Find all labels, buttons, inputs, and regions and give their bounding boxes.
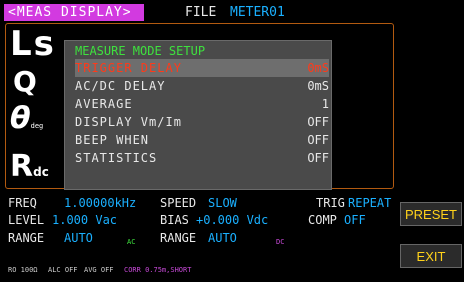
theta-symbol: θ <box>10 101 31 136</box>
param-theta[interactable]: θdeg <box>10 102 43 136</box>
rdc-sub: dc <box>33 165 49 179</box>
comp-label: COMP <box>308 213 337 227</box>
setup-row-value[interactable]: OFF <box>307 131 329 149</box>
setup-row[interactable]: STATISTICS OFF <box>75 149 329 167</box>
mode-tag: <MEAS DISPLAY> <box>4 4 144 21</box>
param-ls[interactable]: Ls <box>10 25 56 63</box>
setup-row-value[interactable]: OFF <box>307 113 329 131</box>
range-label: RANGE <box>8 231 45 245</box>
range-dc-tag: DC <box>276 238 285 246</box>
setup-row-label: STATISTICS <box>75 151 158 165</box>
setup-row[interactable]: AVERAGE 1 <box>75 95 329 113</box>
level-value[interactable]: 1.000 Vac <box>52 213 117 227</box>
setup-row-label: BEEP WHEN <box>75 133 150 147</box>
comp-value[interactable]: OFF <box>344 213 366 227</box>
rdc-symbol: R <box>10 149 34 184</box>
bias-label: BIAS <box>160 213 189 227</box>
setup-row[interactable]: AC/DC DELAY 0mS <box>75 77 329 95</box>
setup-row-label: DISPLAY Vm/Im <box>75 115 182 129</box>
range2-value[interactable]: AUTO <box>208 231 237 245</box>
file-name[interactable]: METER01 <box>230 4 285 21</box>
trig-label: TRIG <box>316 196 345 210</box>
setup-row-value[interactable]: 0mS <box>307 77 329 95</box>
range-ac-tag: AC <box>127 238 136 246</box>
setup-row-value[interactable]: OFF <box>307 149 329 167</box>
setup-row-label: AC/DC DELAY <box>75 79 166 93</box>
file-label: FILE <box>185 5 217 20</box>
range2-label: RANGE <box>160 231 197 245</box>
dialog-title: MEASURE MODE SETUP <box>75 44 206 58</box>
setup-row-value[interactable]: 1 <box>322 95 329 113</box>
freq-label: FREQ <box>8 196 37 210</box>
status-avg: AVG OFF <box>84 266 114 274</box>
freq-value[interactable]: 1.00000kHz <box>64 196 136 210</box>
theta-unit: deg <box>30 122 44 130</box>
measure-mode-setup-dialog: MEASURE MODE SETUP TRIGGER DELAY 0mS AC/DC… <box>64 40 332 190</box>
exit-button[interactable]: EXIT <box>400 244 462 268</box>
trig-value[interactable]: REPEAT <box>348 196 391 210</box>
setup-row-label: AVERAGE <box>75 97 133 111</box>
status-corr: CORR 0.75m,SHORT <box>124 266 192 274</box>
param-q[interactable]: Q <box>13 66 37 98</box>
setup-row[interactable]: TRIGGER DELAY 0mS <box>75 59 329 77</box>
status-ro: RO 100Ω <box>8 266 38 274</box>
level-label: LEVEL <box>8 213 45 227</box>
speed-label: SPEED <box>160 196 197 210</box>
param-rdc[interactable]: Rdc <box>10 150 49 184</box>
setup-row-label: TRIGGER DELAY <box>75 61 182 75</box>
speed-value[interactable]: SLOW <box>208 196 237 210</box>
preset-button[interactable]: PRESET <box>400 202 462 226</box>
setup-row-value[interactable]: 0mS <box>307 59 329 77</box>
range-value[interactable]: AUTO <box>64 231 93 245</box>
status-alc: ALC OFF <box>48 266 78 274</box>
bias-value[interactable]: +0.000 Vdc <box>196 213 268 227</box>
setup-row[interactable]: DISPLAY Vm/Im OFF <box>75 113 329 131</box>
setup-row[interactable]: BEEP WHEN OFF <box>75 131 329 149</box>
